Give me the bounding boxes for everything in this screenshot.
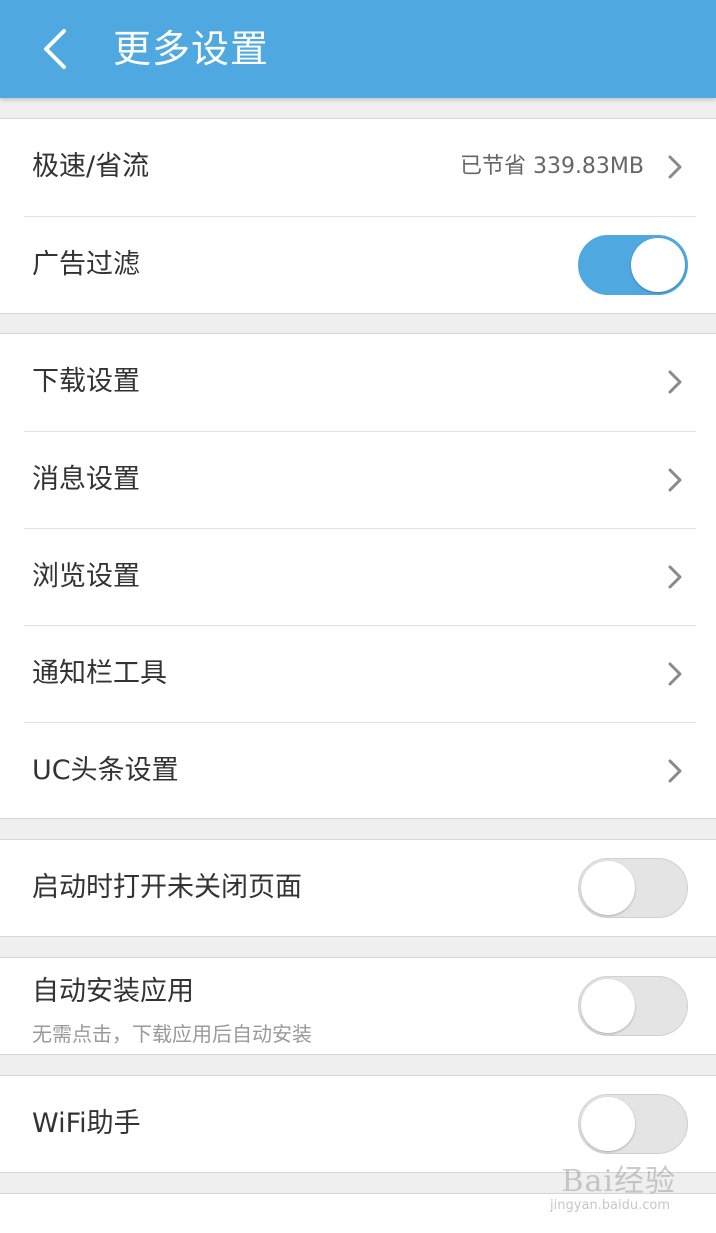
- group-auto-install: 自动安装应用 无需点击，下载应用后自动安装: [0, 957, 716, 1055]
- auto-install-toggle[interactable]: [578, 976, 688, 1036]
- row-label: UC头条设置: [32, 755, 179, 786]
- baidu-jingyan-watermark: Bai经验 jingyan.baidu.com: [526, 1150, 676, 1220]
- row-label: WiFi助手: [32, 1108, 141, 1139]
- row-restore-pages: 启动时打开未关闭页面: [24, 840, 696, 937]
- row-ad-filter: 广告过滤: [24, 216, 696, 313]
- row-label: 通知栏工具: [32, 658, 167, 689]
- group-restore-pages: 启动时打开未关闭页面: [0, 839, 716, 937]
- top-bar: 更多设置: [0, 0, 716, 98]
- wifi-assistant-toggle[interactable]: [578, 1094, 688, 1154]
- row-label: 自动安装应用: [32, 976, 194, 1007]
- saved-data-value: 已节省 339.83MB: [459, 154, 644, 179]
- group-speed-adblock: 极速/省流 已节省 339.83MB 广告过滤: [0, 118, 716, 314]
- chevron-right-icon: [668, 370, 682, 394]
- toggle-knob: [631, 238, 685, 292]
- row-notification-bar-tools[interactable]: 通知栏工具: [24, 625, 696, 722]
- page-title: 更多设置: [113, 27, 270, 71]
- ad-filter-toggle[interactable]: [578, 235, 688, 295]
- row-label: 消息设置: [32, 464, 140, 495]
- row-label: 下载设置: [32, 366, 140, 397]
- row-download-settings[interactable]: 下载设置: [24, 334, 696, 431]
- chevron-right-icon: [668, 155, 682, 179]
- toggle-knob: [581, 979, 635, 1033]
- toggle-knob: [581, 1097, 635, 1151]
- toggle-knob: [581, 861, 635, 915]
- chevron-right-icon: [668, 662, 682, 686]
- watermark-url: jingyan.baidu.com: [550, 1198, 670, 1213]
- row-label: 浏览设置: [32, 561, 140, 592]
- group-settings-list: 下载设置 消息设置 浏览设置 通知栏工具 UC头条设置: [0, 333, 716, 819]
- row-label: 广告过滤: [32, 249, 140, 280]
- chevron-right-icon: [668, 759, 682, 783]
- row-browse-settings[interactable]: 浏览设置: [24, 528, 696, 625]
- chevron-right-icon: [668, 565, 682, 589]
- row-label: 极速/省流: [32, 151, 150, 182]
- row-speed-saving[interactable]: 极速/省流 已节省 339.83MB: [24, 119, 696, 216]
- row-message-settings[interactable]: 消息设置: [24, 431, 696, 528]
- row-uc-news-settings[interactable]: UC头条设置: [24, 722, 696, 819]
- back-button[interactable]: [20, 14, 90, 84]
- chevron-left-icon: [44, 29, 66, 69]
- restore-pages-toggle[interactable]: [578, 858, 688, 918]
- row-label: 启动时打开未关闭页面: [32, 872, 302, 903]
- chevron-right-icon: [668, 468, 682, 492]
- row-auto-install: 自动安装应用 无需点击，下载应用后自动安装: [24, 958, 696, 1055]
- row-description: 无需点击，下载应用后自动安装: [32, 1022, 312, 1046]
- watermark-brand: Bai经验: [561, 1164, 676, 1199]
